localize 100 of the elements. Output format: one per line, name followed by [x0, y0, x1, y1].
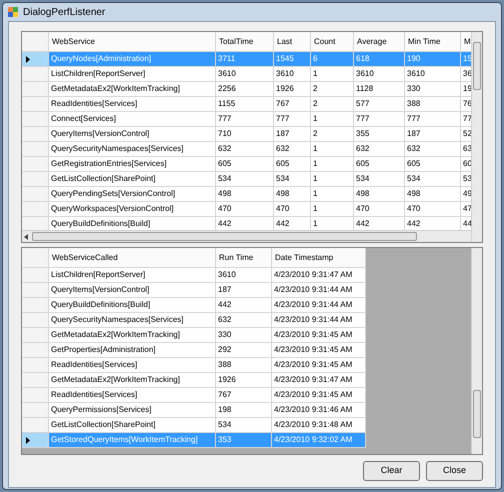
table-cell: ReadIdentities[Services] [49, 97, 216, 112]
table-cell: 534 [274, 172, 311, 187]
table-cell: 777 [354, 112, 405, 127]
table-cell: QuerySecurityNamespaces[Services] [49, 313, 216, 328]
column-header[interactable]: WebService [49, 32, 216, 52]
table-cell: 388 [216, 358, 272, 373]
table-cell: 632 [274, 142, 311, 157]
table-cell: 198 [216, 403, 272, 418]
table-cell: 6 [311, 52, 354, 67]
table-cell: 4/23/2010 9:31:44 AM [272, 313, 366, 328]
column-header[interactable]: TotalTime [216, 32, 274, 52]
table-cell: 618 [354, 52, 405, 67]
table-cell: 605 [274, 157, 311, 172]
table-cell: QueryPendingSets[VersionControl] [49, 187, 216, 202]
table-cell: 1 [311, 157, 354, 172]
table-cell: 777 [405, 112, 461, 127]
column-header[interactable]: M [461, 32, 471, 52]
table-cell: 498 [216, 187, 274, 202]
table-cell: QueryItems[VersionControl] [49, 283, 216, 298]
scrollbar-thumb[interactable] [32, 232, 417, 241]
table-cell: ListChildren[ReportServer] [49, 268, 216, 283]
table-cell: 777 [274, 112, 311, 127]
table-cell: 470 [354, 202, 405, 217]
table-cell: 187 [405, 127, 461, 142]
table-cell: 4/23/2010 9:31:46 AM [272, 403, 366, 418]
column-header[interactable]: Last [274, 32, 311, 52]
table-cell: 4/23/2010 9:31:45 AM [272, 343, 366, 358]
current-row-icon [26, 436, 30, 444]
table-cell: QueryWorkspaces[VersionControl] [49, 202, 216, 217]
table-cell: Connect[Services] [49, 112, 216, 127]
table-cell: 777 [216, 112, 274, 127]
table-cell: 1 [311, 202, 354, 217]
table-cell: 3610 [216, 67, 274, 82]
table-cell: 498 [274, 187, 311, 202]
dialog-button[interactable]: Close [426, 461, 483, 481]
table-cell: 2 [311, 97, 354, 112]
table-cell: QuerySecurityNamespaces[Services] [49, 142, 216, 157]
table-cell: GetListCollection[SharePoint] [49, 172, 216, 187]
table-cell: 1926 [216, 373, 272, 388]
table-cell: ListChildren[ReportServer] [49, 67, 216, 82]
table-cell: 442 [274, 217, 311, 230]
column-header[interactable]: Average [354, 32, 405, 52]
column-header[interactable]: Min Time [405, 32, 461, 52]
table-cell: GetListCollection[SharePoint] [49, 418, 216, 433]
vertical-scrollbar[interactable] [471, 248, 482, 454]
window-title: DialogPerfListener [23, 6, 106, 20]
table-cell: 330 [216, 328, 272, 343]
row-header[interactable] [22, 52, 49, 67]
table-cell: 470 [274, 202, 311, 217]
table-cell: 1 [311, 172, 354, 187]
table-cell: 3610 [216, 268, 272, 283]
scroll-left-icon[interactable] [24, 234, 28, 240]
table-cell: 355 [354, 127, 405, 142]
column-header[interactable]: Date Timestamp [272, 248, 366, 268]
current-row-icon [26, 56, 30, 62]
column-header[interactable]: Run Time [216, 248, 272, 268]
table-cell: 3711 [216, 52, 274, 67]
scrollbar-thumb[interactable] [473, 390, 481, 438]
table-cell: 4/23/2010 9:31:45 AM [272, 388, 366, 403]
table-cell: 605 [216, 157, 274, 172]
table-cell: QueryBuildDefinitions[Build] [49, 298, 216, 313]
table-cell: 498 [354, 187, 405, 202]
table-cell: 4/23/2010 9:31:45 AM [272, 358, 366, 373]
dialog-button[interactable]: Clear [363, 461, 420, 481]
table-cell: 605 [354, 157, 405, 172]
horizontal-scrollbar[interactable] [22, 230, 471, 242]
table-cell: GetRegistrationEntries[Services] [49, 157, 216, 172]
table-cell: QueryItems[VersionControl] [49, 127, 216, 142]
table-cell: 767 [274, 97, 311, 112]
table-cell: 1 [311, 112, 354, 127]
table-cell: 187 [274, 127, 311, 142]
table-cell: 577 [354, 97, 405, 112]
table-cell: 4/23/2010 9:31:44 AM [272, 283, 366, 298]
table-cell: 3610 [354, 67, 405, 82]
table-cell: 3610 [274, 67, 311, 82]
table-cell: 4/23/2010 9:31:48 AM [272, 418, 366, 433]
table-cell: 2256 [216, 82, 274, 97]
table-cell: 190 [405, 52, 461, 67]
row-header[interactable] [22, 433, 49, 448]
table-cell: 2 [311, 127, 354, 142]
table-cell: GetMetadataEx2[WorkItemTracking] [49, 82, 216, 97]
table-cell: 4/23/2010 9:31:47 AM [272, 373, 366, 388]
table-cell: GetMetadataEx2[WorkItemTracking] [49, 373, 216, 388]
table-cell: 388 [405, 97, 461, 112]
table-cell: 1545 [274, 52, 311, 67]
header-corner [22, 248, 49, 268]
column-header[interactable]: WebServiceCalled [49, 248, 216, 268]
table-cell: 3610 [405, 67, 461, 82]
table-cell: ReadIdentities[Services] [49, 388, 216, 403]
table-cell: GetProperties[Administration] [49, 343, 216, 358]
table-cell: 292 [216, 343, 272, 358]
vertical-scrollbar[interactable] [471, 32, 482, 242]
table-cell: 2 [311, 82, 354, 97]
table-cell: 1 [311, 142, 354, 157]
table-cell: 1 [311, 217, 354, 230]
table-cell: 632 [405, 142, 461, 157]
column-header[interactable]: Count [311, 32, 354, 52]
table-cell: 605 [405, 157, 461, 172]
scrollbar-thumb[interactable] [473, 42, 481, 90]
table-cell: QueryBuildDefinitions[Build] [49, 217, 216, 230]
